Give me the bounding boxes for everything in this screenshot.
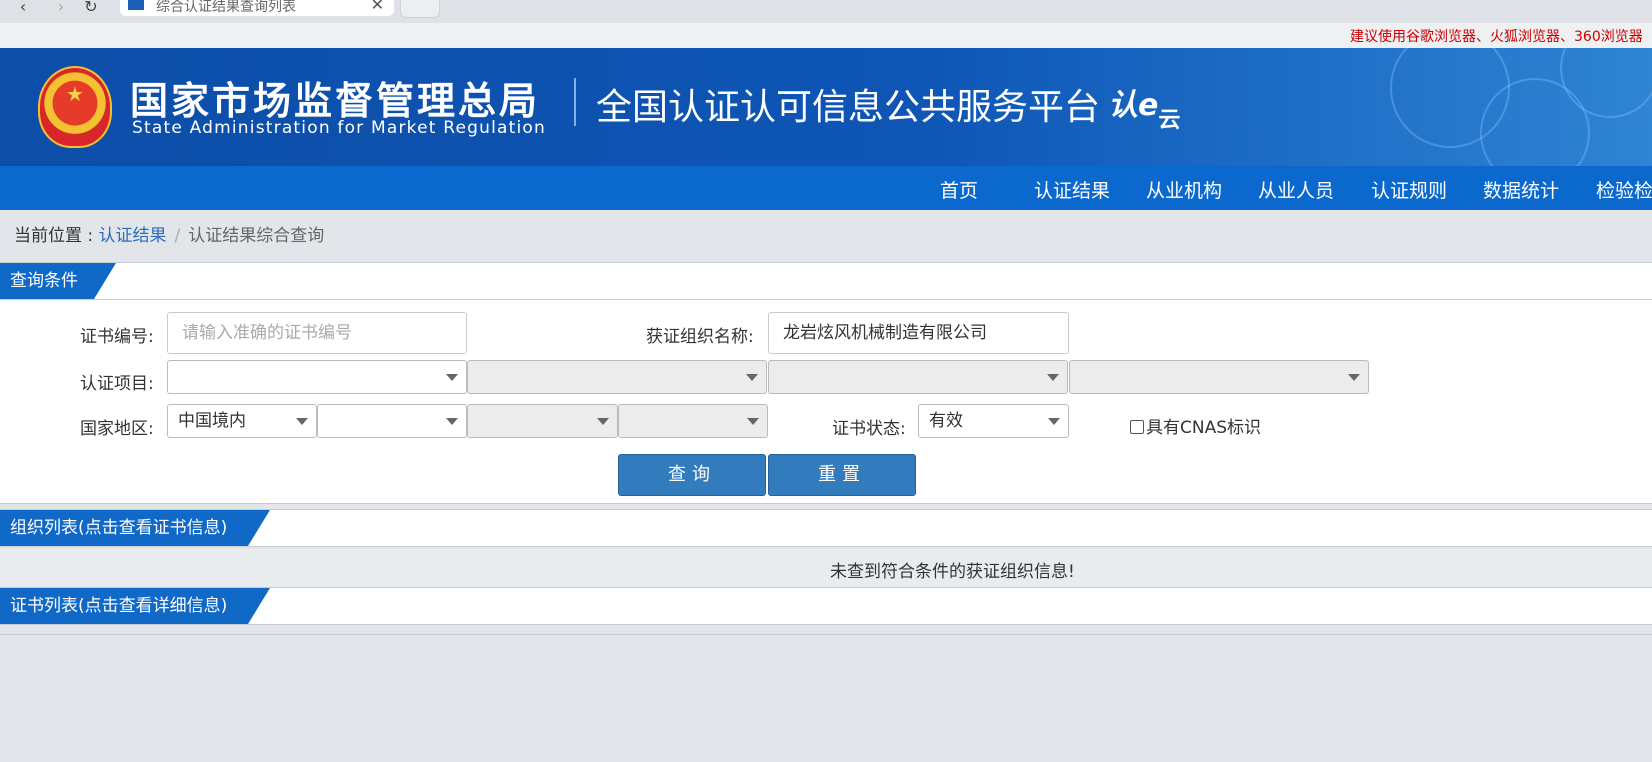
query-panel-title: 查询条件 — [0, 263, 116, 299]
org-list-title: 组织列表(点击查看证书信息) — [0, 510, 270, 546]
chevron-down-icon — [296, 418, 308, 425]
cert-no-input[interactable]: 请输入准确的证书编号 — [167, 312, 467, 354]
banner-divider — [574, 78, 576, 126]
logo-sub-text: 云 — [1158, 108, 1181, 133]
search-button[interactable]: 查询 — [618, 454, 766, 496]
nav-item-institutions[interactable]: 从业机构 — [1146, 176, 1222, 203]
breadcrumb-separator: / — [174, 226, 181, 246]
nav-item-cert-results[interactable]: 认证结果 — [1034, 176, 1110, 203]
nav-item-personnel[interactable]: 从业人员 — [1258, 176, 1334, 203]
logo-main-text: 认e — [1108, 88, 1159, 123]
region-label: 国家地区: — [80, 419, 154, 439]
region-select-city[interactable] — [467, 404, 618, 438]
org-list-header: 组织列表(点击查看证书信息) — [0, 509, 1652, 547]
region-select-province[interactable] — [317, 404, 467, 438]
chevron-down-icon — [747, 418, 759, 425]
chevron-down-icon — [446, 374, 458, 381]
nav-item-statistics[interactable]: 数据统计 — [1483, 176, 1559, 203]
cert-no-label: 证书编号: — [80, 327, 154, 347]
chevron-down-icon — [1047, 374, 1059, 381]
org-name-label: 获证组织名称: — [646, 327, 754, 347]
browser-toolbar: ‹ › ↻ 综合认证结果查询列表 ✕ — [0, 0, 1652, 23]
breadcrumb: 当前位置 : 认证结果 / 认证结果综合查询 — [14, 221, 324, 246]
breadcrumb-current: 认证结果综合查询 — [188, 226, 325, 246]
back-icon[interactable]: ‹ — [14, 0, 32, 18]
org-name-input[interactable]: 龙岩炫风机械制造有限公司 — [768, 312, 1069, 354]
region-select-country[interactable]: 中国境内 — [167, 404, 317, 438]
close-icon[interactable]: ✕ — [371, 0, 384, 14]
chevron-down-icon — [597, 418, 609, 425]
cert-status-label: 证书状态: — [832, 419, 906, 439]
cert-item-select-3[interactable] — [768, 360, 1068, 394]
nav-item-inspection[interactable]: 检验检测 — [1596, 176, 1652, 203]
agency-name-cn: 国家市场监督管理总局 — [130, 79, 541, 123]
empty-message: 未查到符合条件的获证组织信息! — [830, 562, 1075, 582]
renzheng-cloud-logo: 认e云 — [1108, 80, 1180, 133]
forward-icon[interactable]: › — [52, 0, 70, 18]
cert-item-label: 认证项目: — [80, 374, 154, 394]
cnas-label: 具有CNAS标识 — [1146, 418, 1262, 438]
nav-item-cert-rules[interactable]: 认证规则 — [1371, 176, 1447, 203]
national-emblem-logo: ★ — [38, 66, 112, 148]
platform-title: 全国认证认可信息公共服务平台 — [596, 87, 1101, 128]
nav-item-home[interactable]: 首页 — [940, 176, 978, 203]
search-icon[interactable] — [400, 0, 440, 18]
query-form: 证书编号: 请输入准确的证书编号 获证组织名称: 龙岩炫风机械制造有限公司 认证… — [0, 300, 1652, 504]
site-banner: ★ 国家市场监督管理总局 State Administration for Ma… — [0, 48, 1652, 166]
cert-item-select-1[interactable] — [167, 360, 467, 394]
agency-name-en: State Administration for Market Regulati… — [132, 118, 546, 138]
tab-title: 综合认证结果查询列表 — [156, 0, 296, 15]
breadcrumb-prefix: 当前位置 : — [14, 226, 99, 246]
cnas-checkbox[interactable] — [1130, 420, 1144, 434]
cert-item-select-2[interactable] — [467, 360, 767, 394]
cnas-option[interactable]: 具有CNAS标识 — [1130, 413, 1261, 438]
chevron-down-icon — [1048, 418, 1060, 425]
cert-list-bottom-border — [0, 634, 1652, 635]
site-favicon-icon — [128, 0, 144, 10]
org-list-empty: 未查到符合条件的获证组织信息! — [0, 549, 1652, 587]
cert-list-title: 证书列表(点击查看详细信息) — [0, 588, 270, 624]
reload-icon[interactable]: ↻ — [82, 0, 100, 18]
cert-list-header: 证书列表(点击查看详细信息) — [0, 587, 1652, 625]
chevron-down-icon — [1348, 374, 1360, 381]
query-panel-header: 查询条件 — [0, 262, 1652, 300]
reset-button[interactable]: 重置 — [768, 454, 916, 496]
notice-bar: 建议使用谷歌浏览器、火狐浏览器、360浏览器 — [0, 23, 1652, 48]
browser-tab[interactable]: 综合认证结果查询列表 ✕ — [120, 0, 394, 16]
browser-recommendation-notice: 建议使用谷歌浏览器、火狐浏览器、360浏览器 — [1350, 29, 1643, 45]
cert-status-select[interactable]: 有效 — [918, 404, 1069, 438]
main-nav: 首页 认证结果 从业机构 从业人员 认证规则 数据统计 检验检测 — [0, 166, 1652, 210]
chevron-down-icon — [746, 374, 758, 381]
region-select-district[interactable] — [618, 404, 768, 438]
breadcrumb-link-cert-results[interactable]: 认证结果 — [99, 226, 167, 246]
cert-item-select-4[interactable] — [1069, 360, 1369, 394]
chevron-down-icon — [446, 418, 458, 425]
